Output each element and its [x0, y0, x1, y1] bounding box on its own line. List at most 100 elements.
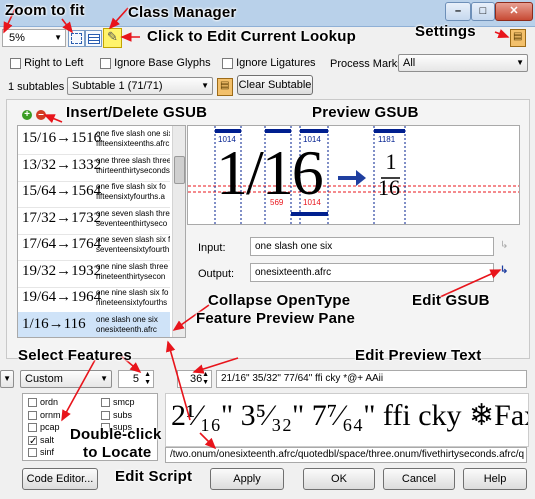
- subtables-count: 1 subtables: [8, 81, 65, 93]
- annotation-settings: Settings: [415, 23, 476, 40]
- annotation-preview-gsub: Preview GSUB: [312, 104, 419, 121]
- remove-icon[interactable]: –: [36, 110, 46, 120]
- lookup-item-line1: one five slash six fo: [96, 182, 166, 191]
- close-button[interactable]: ✕: [495, 2, 533, 21]
- scrollbar-thumb[interactable]: [174, 156, 185, 184]
- lookup-item-line2: thirteenthirtyseconds: [96, 165, 170, 175]
- list-scrollbar[interactable]: [172, 126, 185, 337]
- feature-item[interactable]: ordn: [28, 397, 58, 408]
- ignore-ligatures-checkbox[interactable]: [222, 57, 233, 69]
- feature-item[interactable]: sinf: [28, 447, 54, 458]
- minimize-button[interactable]: –: [445, 2, 471, 21]
- feature-mode-select[interactable]: Custom ▼: [20, 370, 112, 388]
- arrow-right-icon: [338, 170, 366, 186]
- feature-checkbox[interactable]: [101, 398, 110, 408]
- glyph-string-field[interactable]: /two.onum/onesixteenth.afrc/quotedbl/spa…: [165, 447, 527, 463]
- lookup-item-display: 17/32→1732: [22, 209, 102, 226]
- lookup-item-display: 19/32→1932: [22, 262, 102, 279]
- table-icon: [88, 34, 100, 44]
- lookup-list-item[interactable]: 15/64→1564 one five slash six fo fifteensi…: [18, 179, 170, 208]
- right-to-left-checkbox[interactable]: [10, 57, 21, 69]
- preview-text-input[interactable]: 21/16" 35/32" 77/64" ffi cky *@+ AAii: [216, 370, 527, 388]
- zoom-to-fit-button[interactable]: [68, 30, 85, 47]
- settings-button[interactable]: ▤: [510, 29, 526, 47]
- apply-button[interactable]: Apply: [210, 468, 284, 490]
- feature-count-spinner[interactable]: 5 ▲ ▼: [118, 370, 154, 388]
- right-to-left-option[interactable]: Right to Left: [10, 57, 83, 69]
- right-to-left-label: Right to Left: [24, 57, 84, 69]
- lookup-item-line1: one seven slash three: [96, 208, 170, 218]
- ignore-base-glyphs-checkbox[interactable]: [100, 57, 111, 69]
- lookup-item-description: one five slash six fo fifteensixtyfourths…: [96, 182, 170, 202]
- annotation-edit-gsub: Edit GSUB: [412, 292, 490, 309]
- lookup-list-item[interactable]: 15/16→1516 one five slash one six fifteens…: [18, 126, 170, 155]
- spinner-arrows-icon[interactable]: ▲ ▼: [202, 371, 209, 387]
- apply-label: Apply: [233, 473, 261, 485]
- lookup-item-display: 15/64→1564: [22, 183, 102, 199]
- process-marks-select[interactable]: All ▼: [398, 54, 528, 72]
- feature-item[interactable]: ✓ salt: [28, 434, 55, 446]
- lookup-list[interactable]: 15/16→1516 one five slash one six fifteens…: [17, 125, 186, 338]
- spinner-arrows-icon[interactable]: ▲ ▼: [144, 371, 151, 387]
- annotation-insert-delete: Insert/Delete GSUB: [66, 104, 208, 121]
- rendered-preview-text: 2¹⁄₁₆" 3⁵⁄₃₂" 7⁷⁄₆₄" ffi cky ❄Fax☠ Āī: [171, 399, 528, 432]
- feature-checkbox[interactable]: [101, 410, 110, 420]
- lookup-list-item[interactable]: 17/32→1732 one seven slash three seventeen…: [18, 206, 170, 235]
- ignore-ligatures-option[interactable]: Ignore Ligatures: [222, 57, 316, 69]
- feature-checkbox[interactable]: [28, 410, 37, 420]
- lookup-item-description: one seven slash three seventeenthirtyseco: [96, 209, 170, 229]
- cancel-button[interactable]: Cancel: [383, 468, 455, 490]
- maximize-button[interactable]: □: [471, 2, 495, 21]
- edit-gsub-icon[interactable]: ↳: [500, 265, 508, 276]
- annotation-collapse-2: Feature Preview Pane: [196, 310, 356, 327]
- feature-checkbox[interactable]: [28, 423, 37, 433]
- subtable-value: Subtable 1 (71/71): [72, 80, 163, 92]
- zoom-fit-icon: [71, 33, 82, 44]
- lookup-item-display: 19/64→1964: [22, 289, 102, 305]
- preview-size-spinner[interactable]: 36 ▲ ▼: [177, 370, 212, 388]
- lookup-item-line1: one five slash one six: [96, 129, 170, 138]
- feature-checkbox[interactable]: ✓: [28, 435, 37, 446]
- lookup-list-item[interactable]: 19/64→1964 one nine slash six fo nineteens…: [18, 285, 170, 314]
- feature-checkbox[interactable]: [28, 398, 37, 408]
- lookup-list-item[interactable]: 1/16→116 one slash one six onesixteenth.af…: [18, 311, 170, 337]
- input-field[interactable]: one slash one six: [250, 237, 494, 256]
- feature-item[interactable]: ornm: [28, 410, 61, 420]
- lookup-list-item[interactable]: 17/64→1764 one seven slash six f seventeen…: [18, 232, 170, 261]
- lookup-item-description: one five slash one six fifteensixteenths.…: [96, 129, 170, 149]
- feature-label: salt: [40, 434, 55, 445]
- lookup-list-item[interactable]: 13/32→1332 one three slash three thirteent…: [18, 153, 170, 182]
- edit-input-icon[interactable]: ↳: [500, 240, 508, 251]
- gsub-preview-canvas: 1014 1014 569 1014 1181 1/16 1 16: [187, 125, 520, 225]
- lookup-list-item[interactable]: 19/32→1932 one nine slash three nineteenth…: [18, 259, 170, 288]
- preview-size-value: 36: [190, 373, 203, 385]
- ok-button[interactable]: OK: [303, 468, 375, 490]
- help-button[interactable]: Help: [463, 468, 527, 490]
- feature-label: ornm: [40, 409, 61, 420]
- add-icon[interactable]: +: [22, 110, 32, 120]
- feature-item[interactable]: subs: [101, 410, 132, 420]
- lookup-item-display: 15/16→1516: [22, 130, 102, 146]
- process-marks-value: All: [403, 57, 416, 69]
- class-manager-button[interactable]: [85, 30, 102, 47]
- clear-subtable-button[interactable]: Clear Subtable: [237, 75, 313, 95]
- lookup-item-line2: fifteensixteenths.afrc: [96, 139, 170, 148]
- lookup-item-line2: nineteensixtyfourths: [96, 298, 168, 307]
- feature-label: subs: [113, 409, 133, 420]
- subtable-settings-button[interactable]: ▤: [217, 78, 233, 96]
- output-field[interactable]: onesixteenth.afrc: [250, 263, 494, 282]
- features-collapse-toggle[interactable]: ▼: [0, 370, 14, 388]
- zoom-select[interactable]: 5% ▼: [2, 29, 66, 47]
- edit-lookup-button[interactable]: ✎: [103, 28, 122, 48]
- code-editor-button[interactable]: Code Editor...: [22, 468, 98, 490]
- subtable-select[interactable]: Subtable 1 (71/71) ▼: [67, 77, 213, 95]
- lookup-item-line2: fifteensixtyfourths.a: [96, 192, 165, 201]
- feature-item[interactable]: pcap: [28, 422, 60, 433]
- lookup-item-line1: one nine slash three: [96, 261, 169, 271]
- feature-checkbox[interactable]: [28, 448, 37, 458]
- ignore-base-glyphs-option[interactable]: Ignore Base Glyphs: [100, 57, 211, 69]
- feature-item[interactable]: smcp: [101, 397, 135, 408]
- ignore-base-glyphs-label: Ignore Base Glyphs: [114, 57, 211, 69]
- ignore-ligatures-label: Ignore Ligatures: [236, 57, 316, 69]
- chevron-down-icon: ▼: [100, 374, 108, 383]
